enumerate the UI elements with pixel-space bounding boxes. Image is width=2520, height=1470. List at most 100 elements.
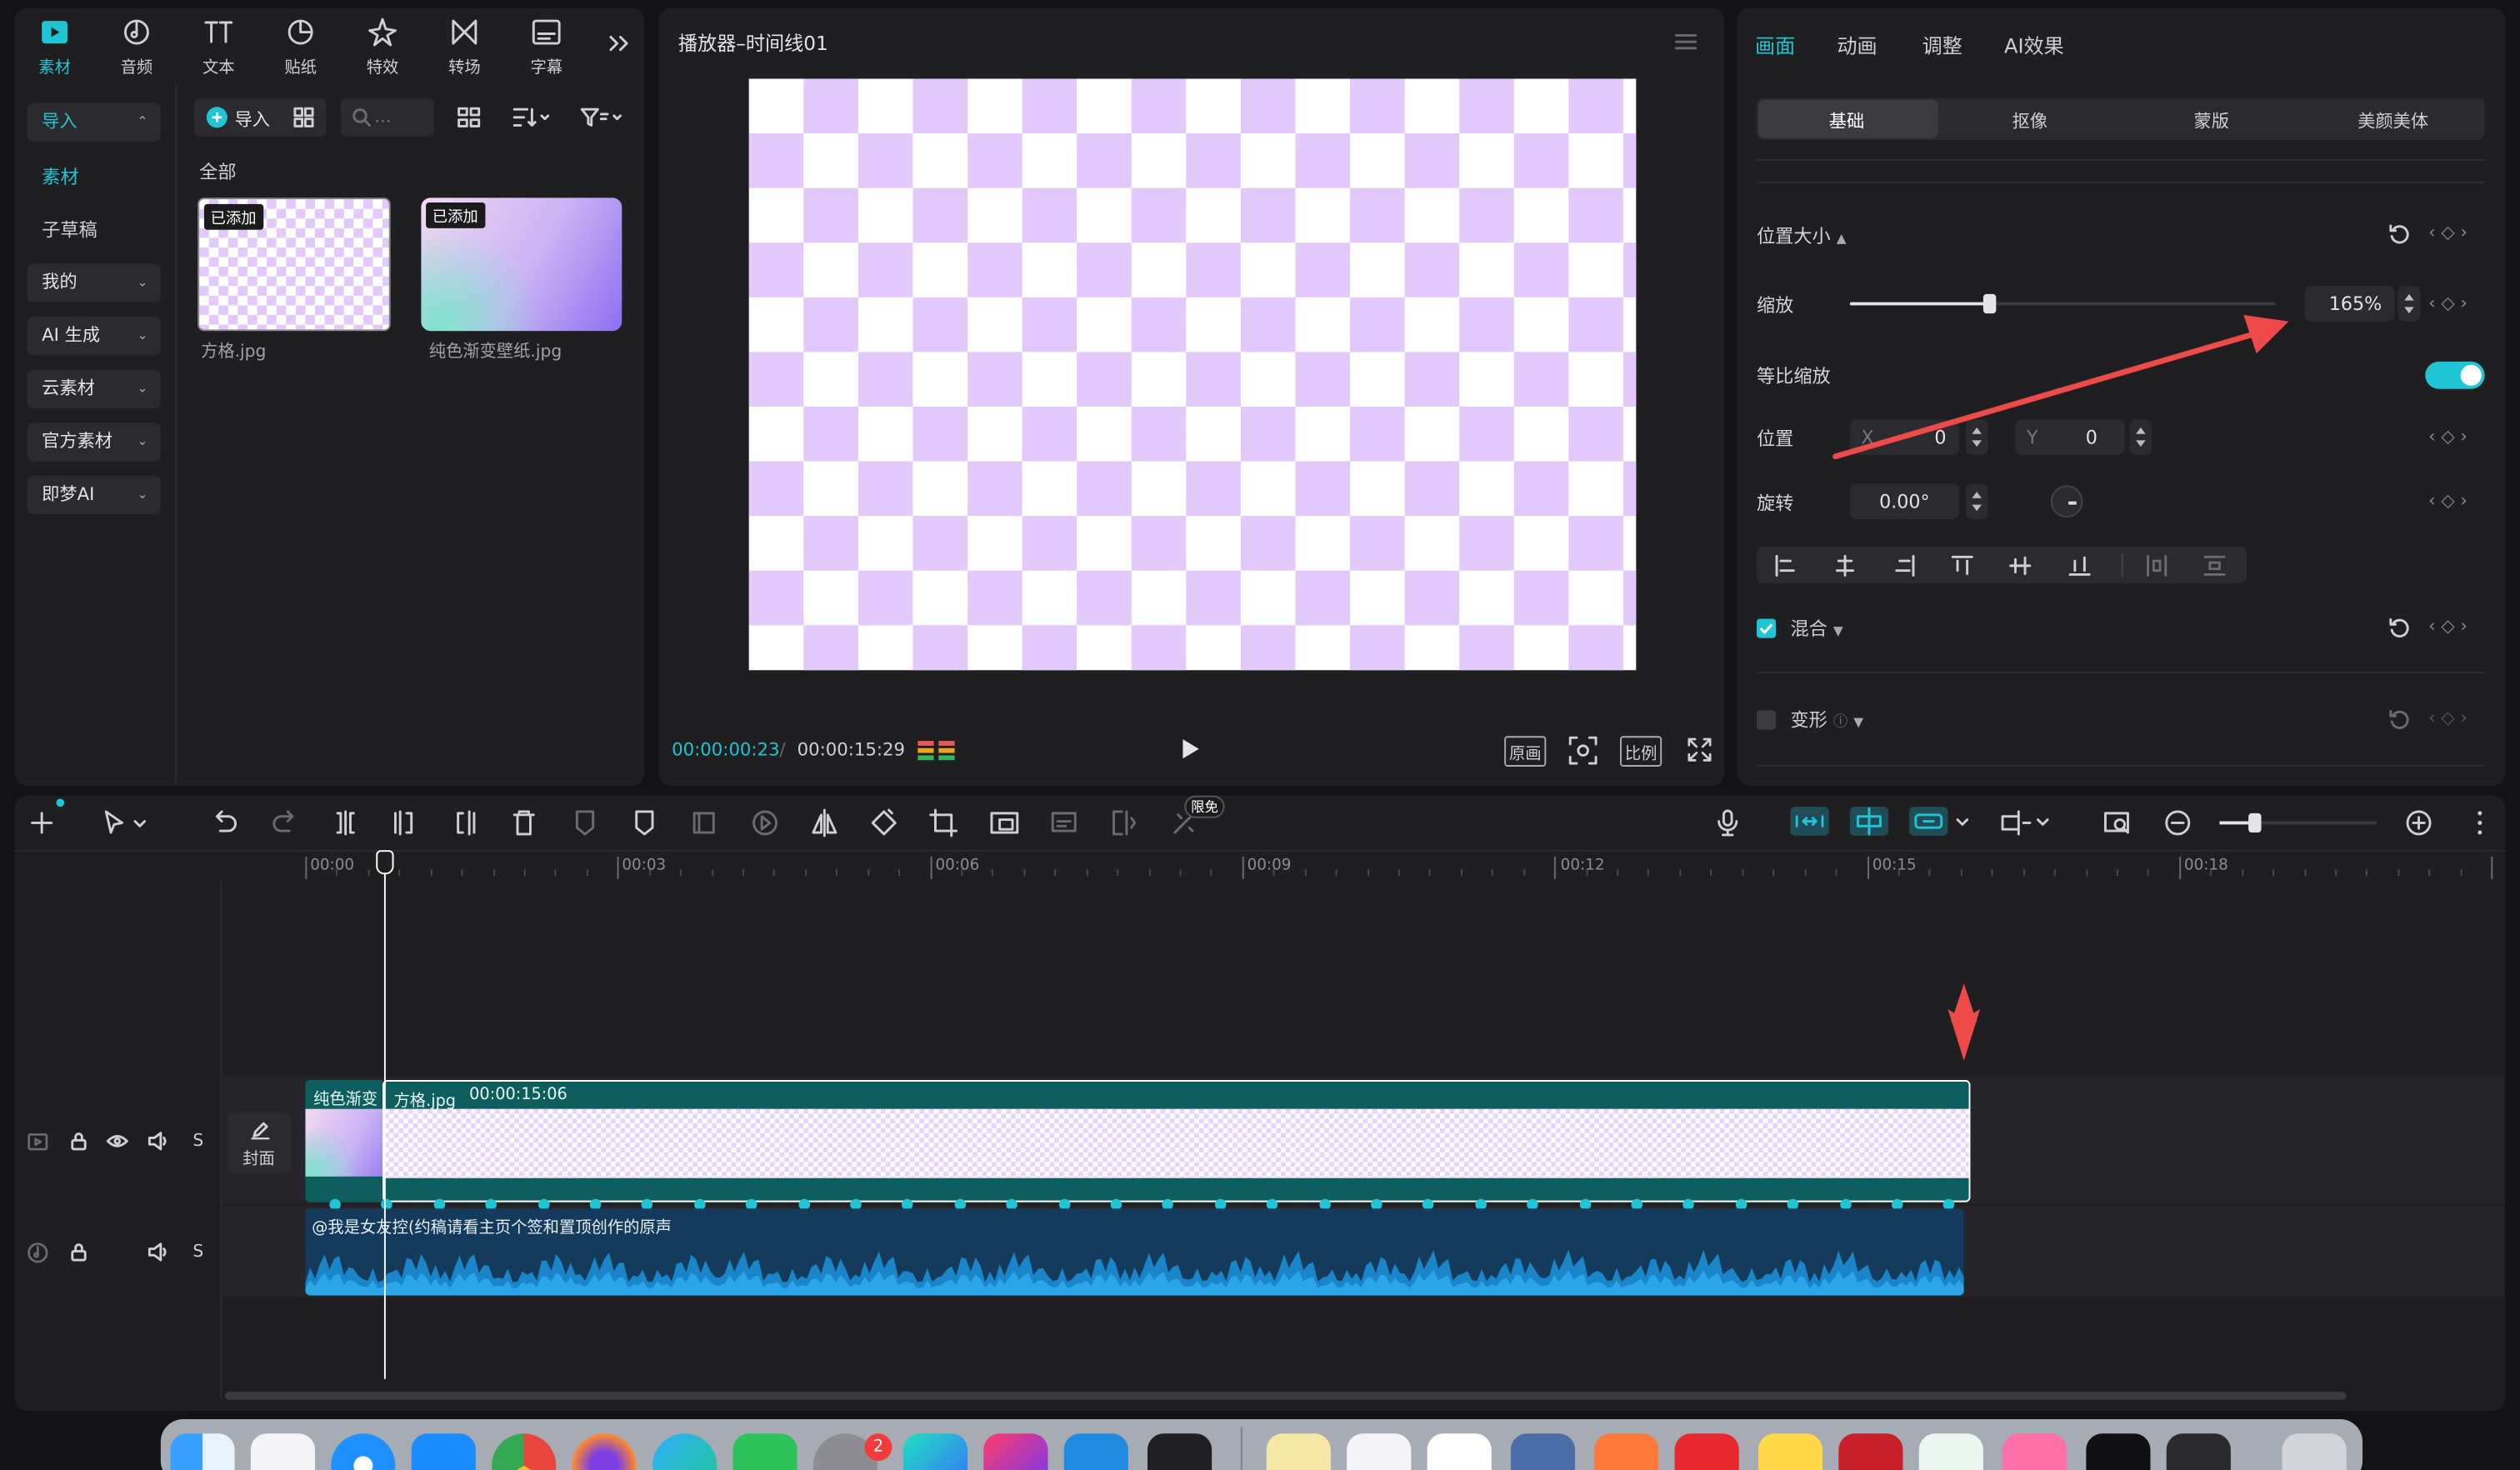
align-top-icon[interactable] bbox=[1951, 554, 1973, 577]
scale-slider-handle[interactable] bbox=[1983, 293, 1998, 314]
align-bottom-icon[interactable] bbox=[2068, 554, 2091, 577]
uniform-scale-toggle[interactable] bbox=[2425, 361, 2485, 389]
rotation-stepper[interactable] bbox=[1965, 483, 1988, 519]
blend-label[interactable]: 混合 ▼ bbox=[1790, 616, 1842, 642]
scale-input[interactable]: 165% bbox=[2304, 286, 2395, 322]
sidebar-item-media[interactable]: 素材 bbox=[42, 164, 78, 190]
lock-icon[interactable] bbox=[69, 1132, 88, 1151]
video-clip-gradient[interactable]: 纯色渐变 bbox=[305, 1080, 383, 1202]
split-right-icon[interactable] bbox=[450, 808, 479, 838]
fit-view-icon[interactable] bbox=[1568, 736, 1598, 765]
redo-icon[interactable] bbox=[270, 808, 299, 838]
solo-button[interactable]: S bbox=[192, 1132, 203, 1151]
filter-icon[interactable] bbox=[578, 104, 623, 130]
preview-axis-icon[interactable] bbox=[1996, 808, 2057, 838]
position-y-stepper[interactable] bbox=[2129, 419, 2152, 455]
freeze-icon[interactable] bbox=[689, 808, 718, 838]
reverse-icon[interactable] bbox=[751, 808, 780, 838]
split-icon[interactable] bbox=[331, 808, 360, 838]
smart-frame-icon[interactable] bbox=[987, 808, 1022, 838]
scale-slider[interactable] bbox=[1849, 293, 2276, 314]
volume-icon[interactable] bbox=[148, 1132, 170, 1151]
screen-recorder-icon[interactable] bbox=[2166, 1433, 2231, 1470]
position-x-stepper[interactable] bbox=[1965, 419, 1988, 455]
align-left-icon[interactable] bbox=[1774, 554, 1797, 577]
position-y-input[interactable]: Y 0 bbox=[2015, 419, 2125, 455]
playhead-handle[interactable] bbox=[376, 850, 394, 875]
app-icon[interactable] bbox=[1594, 1433, 1659, 1470]
app-store-icon[interactable] bbox=[411, 1433, 476, 1470]
original-quality-button[interactable]: 原画 bbox=[1504, 736, 1547, 767]
solo-button[interactable]: S bbox=[192, 1242, 203, 1262]
vscode-icon[interactable] bbox=[1063, 1433, 1128, 1470]
layout-icon[interactable] bbox=[457, 104, 482, 130]
zoom-out-icon[interactable] bbox=[2163, 808, 2192, 838]
transform-label[interactable]: 变形 ⓘ ▼ bbox=[1790, 708, 1863, 733]
rotate-icon[interactable] bbox=[869, 808, 898, 838]
tab-audio[interactable]: 音频 bbox=[104, 16, 168, 78]
tab-transition[interactable]: 转场 bbox=[432, 16, 497, 78]
sidebar-group-official[interactable]: 官方素材 ⌄ bbox=[27, 422, 161, 462]
subtitle-edit-icon[interactable] bbox=[1049, 808, 1078, 838]
delete-icon[interactable] bbox=[509, 808, 538, 838]
aspect-ratio-button[interactable]: 比例 bbox=[1620, 736, 1662, 767]
lock-icon[interactable] bbox=[69, 1242, 88, 1262]
split-left-icon[interactable] bbox=[391, 808, 420, 838]
scale-stepper[interactable] bbox=[2398, 286, 2421, 322]
rotation-input[interactable]: 0.00° bbox=[1849, 483, 1959, 519]
app-icon[interactable] bbox=[1918, 1433, 1983, 1470]
media-thumb-gradient[interactable]: 已添加 bbox=[421, 198, 622, 332]
grid-icon[interactable] bbox=[292, 106, 315, 128]
zoom-in-icon[interactable] bbox=[2404, 808, 2433, 838]
keyframe-icon[interactable]: ‹ ◇ › bbox=[2428, 708, 2468, 728]
keyframe-icon[interactable]: ‹ ◇ › bbox=[2428, 490, 2468, 511]
snap-button[interactable] bbox=[1849, 807, 1889, 836]
notes-icon[interactable] bbox=[1758, 1433, 1823, 1470]
cover-button[interactable]: 封面 bbox=[228, 1112, 292, 1173]
sidebar-group-ai[interactable]: AI 生成 ⌄ bbox=[27, 316, 161, 356]
terminal-icon[interactable] bbox=[1148, 1433, 1212, 1470]
video-clip-checker[interactable]: 方格.jpg 00:00:15:06 bbox=[382, 1080, 1971, 1202]
keyframe-icon[interactable]: ‹ ◇ › bbox=[2428, 426, 2468, 447]
marker-add-icon[interactable] bbox=[571, 808, 600, 838]
marker-icon[interactable] bbox=[630, 808, 659, 838]
microphone-icon[interactable] bbox=[1713, 808, 1742, 838]
qq-icon[interactable] bbox=[1347, 1433, 1412, 1470]
tab-animation[interactable]: 动画 bbox=[1837, 29, 1877, 60]
align-center-h-icon[interactable] bbox=[1834, 554, 1857, 577]
mirror-icon[interactable] bbox=[810, 808, 839, 838]
tab-sticker[interactable]: 贴纸 bbox=[268, 16, 332, 78]
section-position-size[interactable]: 位置大小 ▲ bbox=[1757, 223, 1847, 249]
distribute-h-icon[interactable] bbox=[2146, 554, 2168, 577]
tab-text[interactable]: 文本 bbox=[187, 16, 251, 78]
sub-tab-cutout[interactable]: 抠像 bbox=[2012, 108, 2048, 133]
play-icon[interactable] bbox=[1182, 738, 1201, 760]
more-options-icon[interactable] bbox=[2465, 808, 2494, 838]
add-track-icon[interactable] bbox=[28, 808, 57, 838]
sort-icon[interactable] bbox=[511, 104, 550, 130]
audio-clip[interactable]: @我是女友控(约稿请看主页个签和置顶创作的原声 bbox=[305, 1208, 1964, 1296]
select-tool-icon[interactable] bbox=[97, 808, 154, 838]
trash-icon[interactable] bbox=[2282, 1433, 2347, 1470]
zoom-slider[interactable] bbox=[2219, 812, 2378, 834]
app-icon[interactable] bbox=[1266, 1433, 1331, 1470]
media-thumb-checker[interactable]: 已添加 bbox=[198, 198, 391, 332]
sidebar-item-sub-draft[interactable]: 子草稿 bbox=[42, 217, 98, 242]
finder-icon[interactable] bbox=[170, 1433, 235, 1470]
app-icon[interactable] bbox=[2002, 1433, 2068, 1470]
sidebar-group-mine[interactable]: 我的 ⌄ bbox=[27, 263, 161, 302]
search-input[interactable]: ... bbox=[340, 98, 434, 137]
tab-subtitle[interactable]: 字幕 bbox=[514, 16, 578, 78]
chevron-down-icon[interactable] bbox=[1954, 815, 1970, 831]
reset-icon[interactable] bbox=[2388, 618, 2411, 640]
position-x-input[interactable]: X 0 bbox=[1849, 419, 1959, 455]
capcut-icon[interactable] bbox=[2086, 1433, 2151, 1470]
distribute-v-icon[interactable] bbox=[2203, 554, 2226, 577]
blend-checkbox[interactable] bbox=[1756, 618, 1777, 638]
menu-icon[interactable] bbox=[1675, 32, 1698, 52]
filezilla-icon[interactable] bbox=[1838, 1433, 1903, 1470]
tab-effects[interactable]: 特效 bbox=[350, 16, 414, 78]
wechat-icon[interactable] bbox=[732, 1433, 798, 1470]
replace-icon[interactable] bbox=[1109, 808, 1138, 838]
rotation-dial[interactable] bbox=[2050, 485, 2083, 518]
